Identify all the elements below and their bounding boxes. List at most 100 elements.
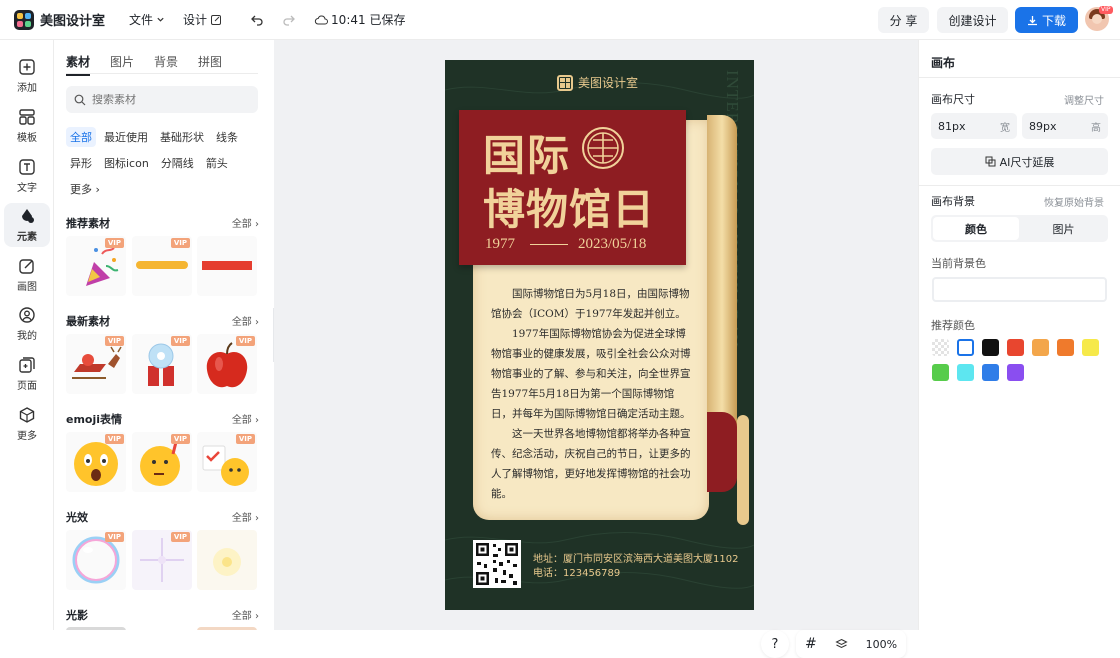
properties-panel: 画布 画布尺寸 调整尺寸 81px 宽 89px 高 AI尺寸延展 画布背景 恢… bbox=[918, 40, 1120, 630]
color-swatch[interactable] bbox=[1007, 339, 1024, 356]
bg-tab-image[interactable]: 图片 bbox=[1021, 217, 1106, 240]
vip-badge: VIP bbox=[235, 434, 255, 444]
section-title-light-shadow: 光影 bbox=[66, 609, 88, 622]
asset-thumb-brush-stroke[interactable]: VIP bbox=[132, 236, 192, 296]
help-button[interactable]: ? bbox=[761, 630, 789, 658]
bg-type-toggle: 颜色 图片 bbox=[931, 215, 1108, 242]
nav-template[interactable]: 模板 bbox=[4, 104, 50, 148]
chip-basic-shapes[interactable]: 基础形状 bbox=[156, 127, 208, 147]
current-bg-swatch[interactable] bbox=[932, 277, 1107, 302]
asset-thumb-apple[interactable]: VIP bbox=[197, 334, 257, 394]
all-label: 全部 bbox=[231, 611, 252, 622]
search-input[interactable] bbox=[92, 93, 242, 106]
download-icon bbox=[1027, 15, 1037, 25]
color-swatch[interactable] bbox=[957, 339, 974, 356]
design-menu[interactable]: 设计 bbox=[183, 11, 222, 28]
template-icon bbox=[19, 109, 35, 125]
resize-link[interactable]: 调整尺寸 bbox=[1064, 92, 1104, 107]
nav-add-label: 添加 bbox=[17, 83, 37, 94]
chip-irregular[interactable]: 异形 bbox=[66, 153, 96, 173]
color-swatch[interactable] bbox=[957, 364, 974, 381]
bg-tab-color[interactable]: 颜色 bbox=[933, 217, 1019, 240]
help-icon: ? bbox=[771, 636, 779, 652]
height-field[interactable]: 89px 高 bbox=[1022, 113, 1108, 139]
poster-year: 1977 bbox=[485, 236, 515, 252]
poster-body: 国际博物馆日为5月18日，由国际博物馆协会（ICOM）于1977年发起并创立。 … bbox=[491, 284, 691, 504]
nav-more[interactable]: 更多 bbox=[4, 402, 50, 446]
ai-extend-button[interactable]: AI尺寸延展 bbox=[931, 148, 1108, 175]
nav-page[interactable]: 页面 bbox=[4, 352, 50, 396]
asset-thumb-party-popper[interactable]: VIP bbox=[66, 236, 126, 296]
chip-more-label: 更多 bbox=[70, 183, 92, 196]
color-swatch[interactable] bbox=[982, 364, 999, 381]
nav-add[interactable]: 添加 bbox=[4, 54, 50, 98]
all-label: 全部 bbox=[231, 317, 252, 328]
asset-thumb-bubble[interactable]: VIP bbox=[66, 530, 126, 590]
asset-thumb-sleigh[interactable]: VIP bbox=[66, 334, 126, 394]
poster-address: 地址：厦门市同安区滨海西大道美图大厦1102 bbox=[533, 554, 739, 565]
redo-icon[interactable] bbox=[282, 13, 296, 27]
layers-icon[interactable] bbox=[835, 638, 848, 651]
poster-canvas[interactable]: 美图设计室 INTERNATIONAL MUSEUM DAY 国际 博物馆日 1… bbox=[445, 60, 754, 610]
page-icon bbox=[19, 357, 35, 373]
asset-thumb-gift-globe[interactable]: VIP bbox=[132, 334, 192, 394]
share-button[interactable]: 分 享 bbox=[878, 7, 929, 33]
zoom-level[interactable]: 100% bbox=[866, 638, 897, 651]
vip-badge: VIP bbox=[170, 434, 190, 444]
tab-divider bbox=[66, 73, 258, 74]
ai-extend-label: AI尺寸延展 bbox=[999, 155, 1055, 169]
download-label: 下载 bbox=[1041, 13, 1066, 28]
nav-draw[interactable]: 画图 bbox=[4, 253, 50, 297]
section-all-recommended[interactable]: 全部 › bbox=[232, 215, 259, 230]
height-unit: 高 bbox=[1091, 122, 1101, 134]
poster-phone: 电话：123456789 bbox=[533, 568, 621, 579]
asset-thumb-checklist-emoji[interactable]: VIP bbox=[197, 432, 257, 492]
nav-text[interactable]: 文字 bbox=[4, 154, 50, 198]
canvas-area[interactable]: 美图设计室 INTERNATIONAL MUSEUM DAY 国际 博物馆日 1… bbox=[274, 40, 918, 658]
section-all-latest[interactable]: 全部 › bbox=[232, 313, 259, 328]
poster-paragraph-1: 国际博物馆日为5月18日，由国际博物馆协会（ICOM）于1977年发起并创立。 bbox=[491, 288, 690, 320]
chip-recent[interactable]: 最近使用 bbox=[100, 127, 152, 147]
color-swatch[interactable] bbox=[1007, 364, 1024, 381]
asset-thumb-thinking-emoji[interactable]: VIP bbox=[132, 432, 192, 492]
create-design-button[interactable]: 创建设计 bbox=[937, 7, 1008, 33]
file-menu[interactable]: 文件 bbox=[129, 11, 165, 28]
color-swatch[interactable] bbox=[1082, 339, 1099, 356]
download-button[interactable]: 下载 bbox=[1015, 7, 1078, 33]
width-value: 81px bbox=[938, 119, 966, 133]
chip-dividers[interactable]: 分隔线 bbox=[157, 153, 198, 173]
nav-mine[interactable]: 我的 bbox=[4, 302, 50, 346]
section-all-emoji[interactable]: 全部 › bbox=[232, 411, 259, 426]
chip-icons[interactable]: 图标icon bbox=[100, 153, 153, 173]
width-unit: 宽 bbox=[1000, 122, 1010, 134]
qr-code bbox=[473, 540, 521, 588]
chip-lines[interactable]: 线条 bbox=[212, 127, 242, 147]
search-box[interactable] bbox=[66, 86, 258, 113]
asset-thumb-sparkle[interactable]: VIP bbox=[132, 530, 192, 590]
chip-all[interactable]: 全部 bbox=[66, 127, 96, 147]
asset-thumb-scared-emoji[interactable]: VIP bbox=[66, 432, 126, 492]
section-title-recommended: 推荐素材 bbox=[66, 217, 110, 230]
asset-thumb-glow[interactable] bbox=[197, 530, 257, 590]
nav-more-label: 更多 bbox=[17, 431, 37, 442]
nav-elements[interactable]: 元素 bbox=[4, 203, 50, 247]
chip-more[interactable]: 更多 › bbox=[66, 179, 104, 199]
search-icon bbox=[74, 94, 86, 105]
section-all-light-shadow[interactable]: 全部 › bbox=[232, 607, 259, 622]
color-swatch[interactable] bbox=[932, 364, 949, 381]
logo-icon bbox=[14, 9, 34, 30]
app-logo[interactable]: 美图设计室 bbox=[14, 9, 105, 30]
color-swatch[interactable] bbox=[982, 339, 999, 356]
canvas-tools: # 100% bbox=[796, 630, 906, 658]
color-swatch[interactable] bbox=[1032, 339, 1049, 356]
poster-scroll-bottom-roll bbox=[707, 412, 737, 492]
chip-arrows[interactable]: 箭头 bbox=[202, 153, 232, 173]
undo-icon[interactable] bbox=[250, 13, 264, 27]
color-swatch[interactable] bbox=[932, 339, 949, 356]
section-all-light-effects[interactable]: 全部 › bbox=[232, 509, 259, 524]
color-swatch[interactable] bbox=[1057, 339, 1074, 356]
width-field[interactable]: 81px 宽 bbox=[931, 113, 1017, 139]
grid-icon[interactable]: # bbox=[805, 636, 817, 652]
restore-bg-link[interactable]: 恢复原始背景 bbox=[1044, 194, 1104, 209]
asset-thumb-red-bar[interactable] bbox=[197, 236, 257, 296]
